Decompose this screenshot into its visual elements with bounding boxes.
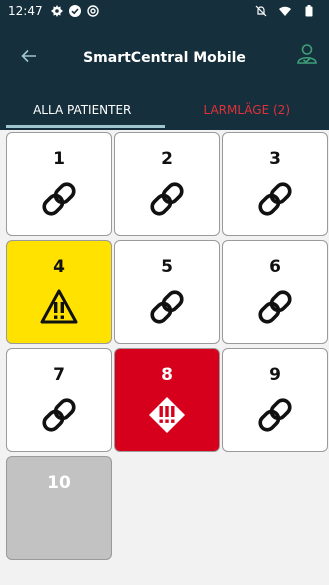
patient-number: 5 [161,257,173,277]
status-time: 12:47 [8,4,43,18]
app-bar: SmartCentral Mobile [0,22,329,90]
patient-number: 6 [269,257,281,277]
patient-number: 8 [161,365,173,385]
wifi-icon [279,5,291,17]
battery-icon [303,5,315,17]
patient-number: 10 [47,473,71,493]
mute-icon [255,5,267,17]
status-bar: 12:47 [0,0,329,22]
patient-tile-5[interactable]: 5 [114,240,220,344]
patient-number: 1 [53,149,65,169]
link-icon [258,398,292,432]
patient-tile-2[interactable]: 2 [114,132,220,236]
patient-number: 2 [161,149,173,169]
check-circle-icon [68,5,81,17]
patient-tile-8[interactable]: 8 [114,348,220,452]
at-sign-icon [86,5,99,17]
settings-icon [50,5,63,17]
tab-alarm-mode[interactable]: LARMLÄGE (2) [165,90,329,130]
patient-tile-4[interactable]: 4 [6,240,112,344]
patient-tile-10[interactable]: 10 [6,456,112,560]
tab-bar: ALLA PATIENTER LARMLÄGE (2) [0,90,329,130]
app-title: SmartCentral Mobile [83,50,246,66]
patient-number: 3 [269,149,281,169]
link-icon [150,182,184,216]
warning-triangle-icon [40,289,78,324]
patient-tile-3[interactable]: 3 [222,132,328,236]
patient-tile-9[interactable]: 9 [222,348,328,452]
link-icon [258,290,292,324]
alarm-diamond-icon [149,397,185,433]
user-badge-icon[interactable] [295,42,319,66]
patient-tile-6[interactable]: 6 [222,240,328,344]
link-icon [42,182,76,216]
tab-all-patients[interactable]: ALLA PATIENTER [0,90,165,130]
link-icon [258,182,292,216]
patient-number: 4 [53,257,65,277]
patient-number: 9 [269,365,281,385]
link-icon [150,290,184,324]
patient-number: 7 [53,365,65,385]
patient-tile-7[interactable]: 7 [6,348,112,452]
status-right [255,5,321,17]
link-icon [42,398,76,432]
patient-tile-1[interactable]: 1 [6,132,112,236]
